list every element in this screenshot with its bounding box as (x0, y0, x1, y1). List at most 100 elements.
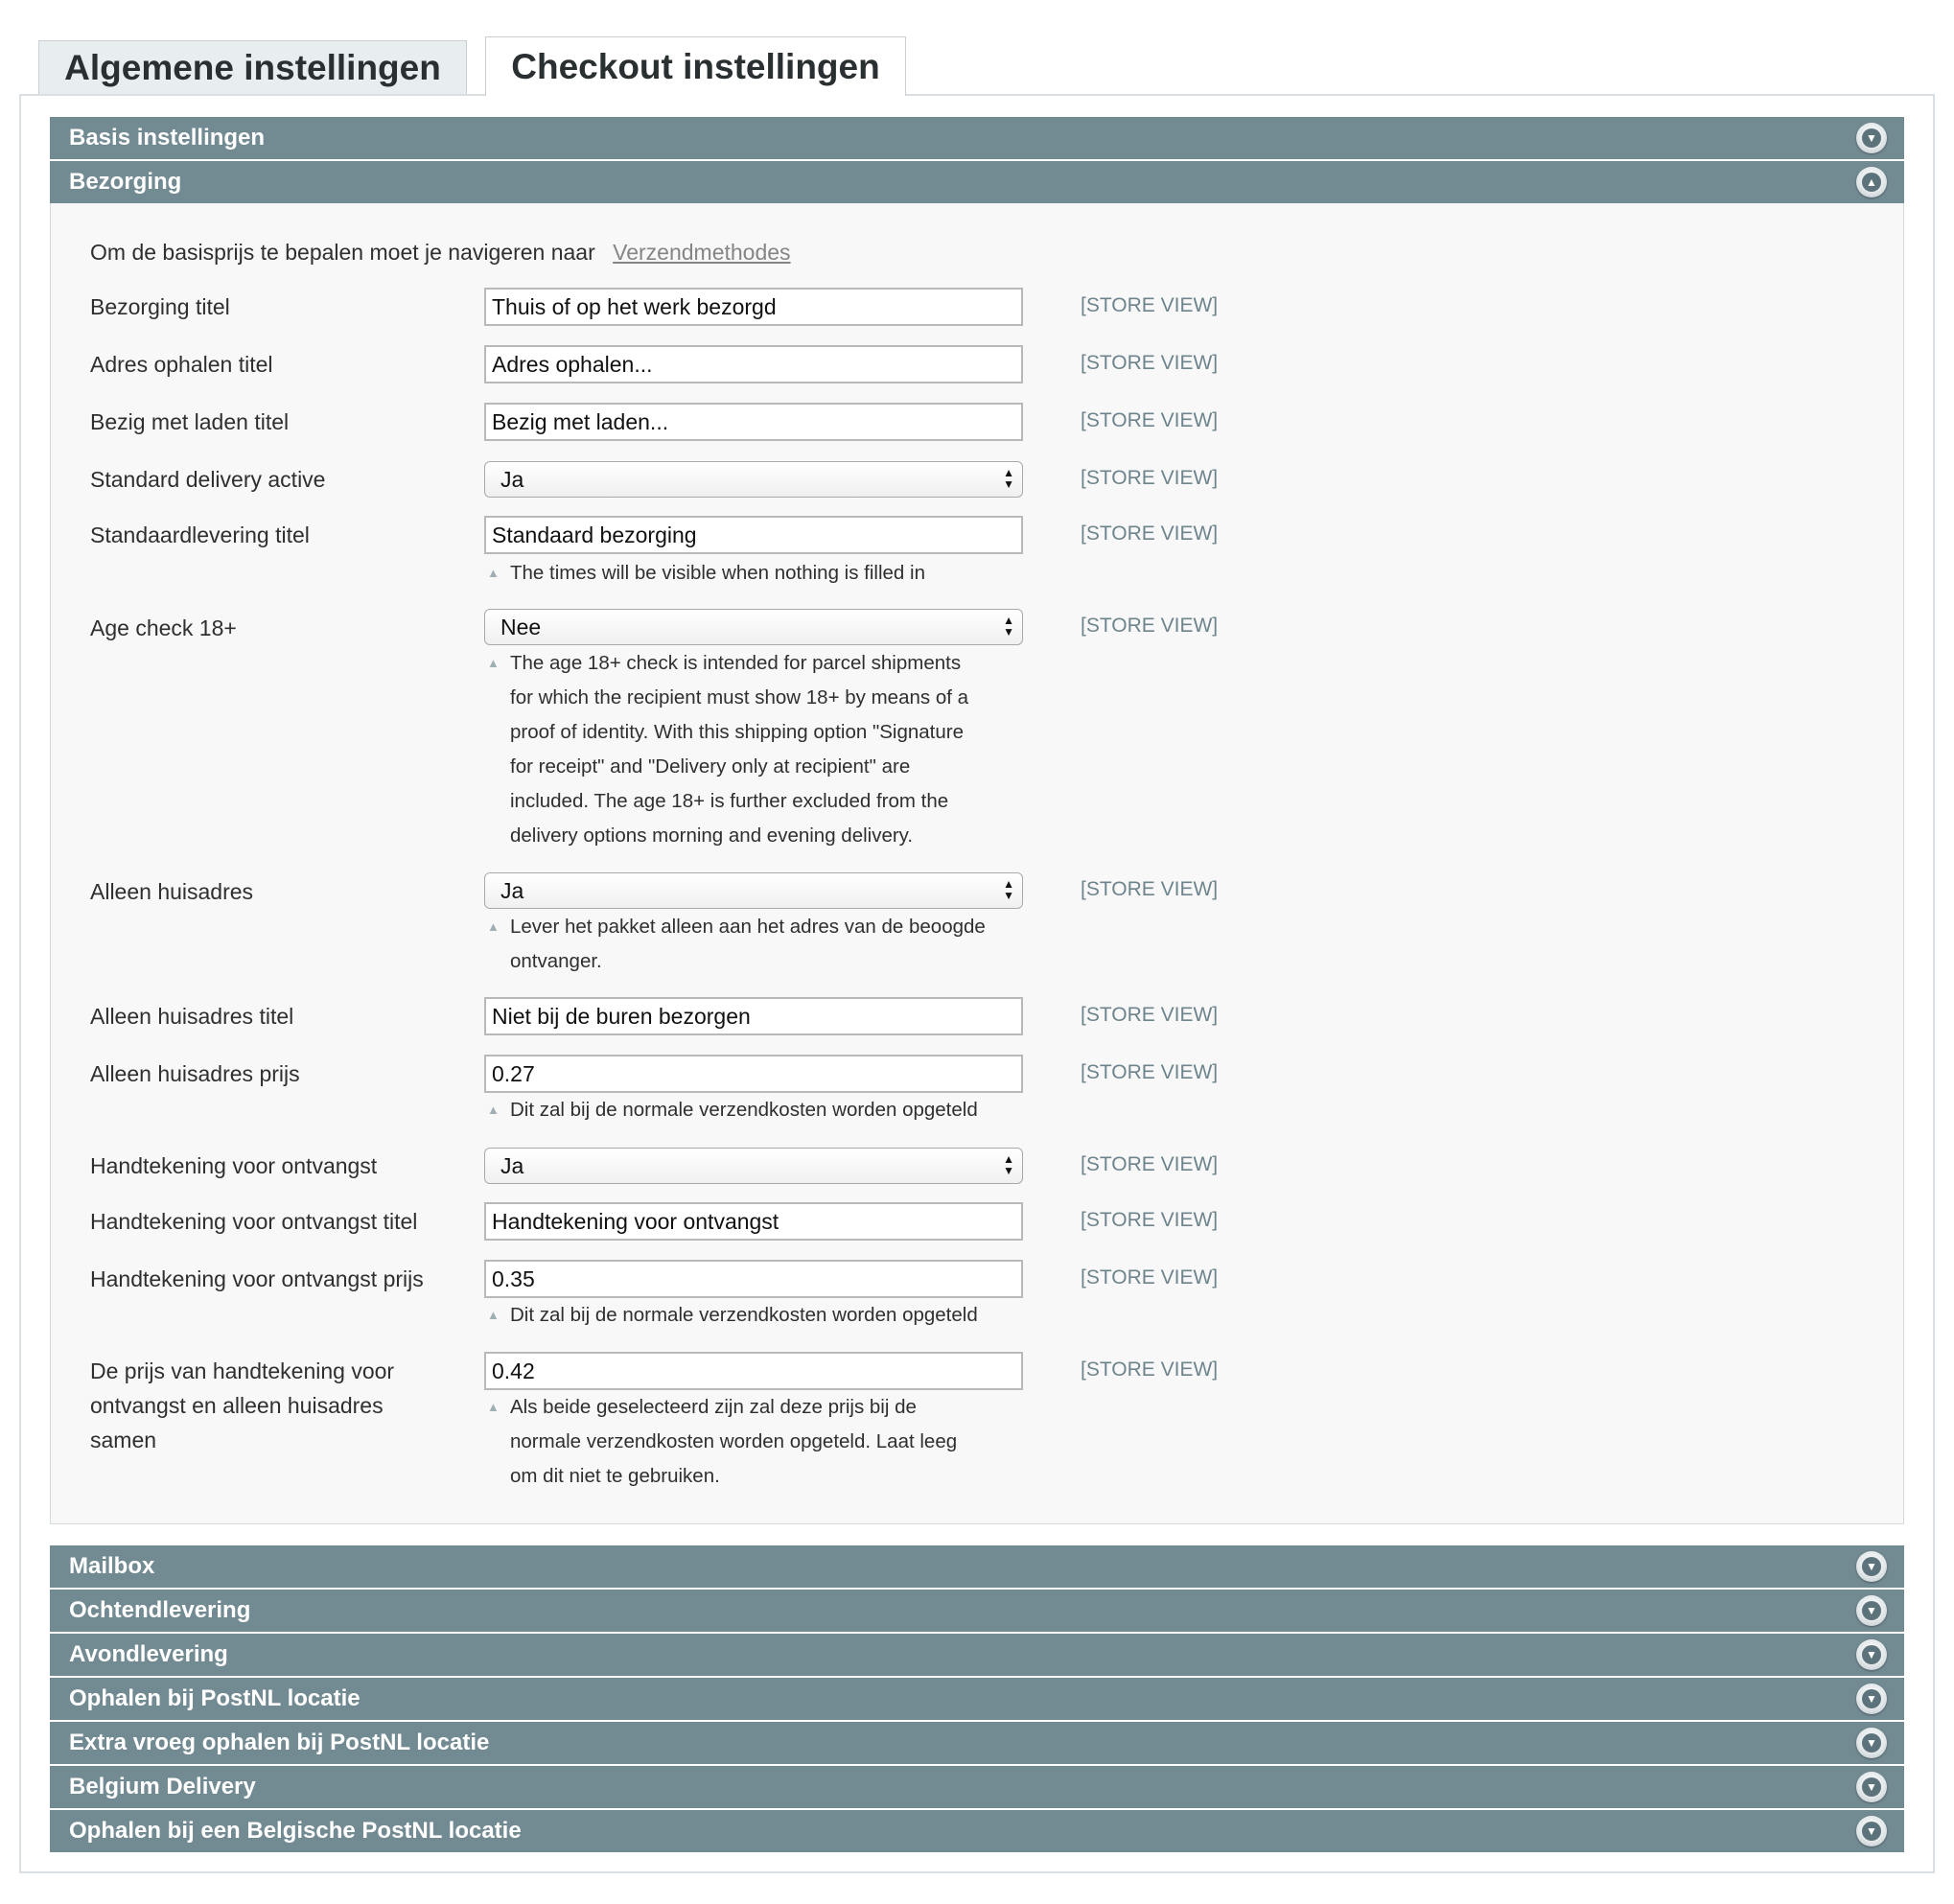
section-title: Bezorging (69, 169, 182, 195)
section-header-mailbox[interactable]: Mailbox ▼ (50, 1545, 1904, 1588)
note-arrow-icon: ▲ (487, 1308, 500, 1322)
field-label-adres-ophalen-titel: Adres ophalen titel (90, 352, 273, 377)
chevron-down-icon[interactable]: ▼ (1856, 1816, 1887, 1846)
section-header-belgium-delivery[interactable]: Belgium Delivery ▼ (50, 1766, 1904, 1808)
field-note: ▲ Lever het pakket alleen aan het adres … (487, 910, 1047, 979)
bezorging-titel-input[interactable]: Thuis of op het werk bezorgd (484, 288, 1023, 326)
note-text: The times will be visible when nothing i… (510, 562, 925, 584)
chevron-down-icon[interactable]: ▼ (1856, 1683, 1887, 1714)
section-title: Avondlevering (69, 1641, 228, 1667)
field-label-handtekening-prijs: Handtekening voor ontvangst prijs (90, 1266, 424, 1291)
alleen-huisadres-titel-input[interactable]: Niet bij de buren bezorgen (484, 997, 1023, 1035)
note-arrow-icon: ▲ (487, 566, 500, 580)
section-header-ophalen-belgische-postnl[interactable]: Ophalen bij een Belgische PostNL locatie… (50, 1810, 1904, 1852)
handtekening-prijs-input[interactable]: 0.35 (484, 1260, 1023, 1298)
field-note: ▲ Als beide geselecteerd zijn zal deze p… (487, 1390, 1047, 1494)
note-line: om dit niet te gebruiken. (510, 1465, 720, 1487)
field-note: ▲ The age 18+ check is intended for parc… (487, 646, 1047, 853)
select-arrows-icon: ▲ ▼ (1003, 466, 1014, 491)
note-line: normale verzendkosten worden opgeteld. L… (510, 1430, 958, 1452)
field-label-bezig-met-laden-titel: Bezig met laden titel (90, 409, 290, 434)
label-line: samen (90, 1428, 157, 1452)
section-title: Ophalen bij een Belgische PostNL locatie (69, 1818, 522, 1844)
scope-label: [STORE VIEW] (1081, 615, 1219, 637)
scope-label: [STORE VIEW] (1081, 1004, 1219, 1026)
select-arrows-icon: ▲ ▼ (1003, 877, 1014, 902)
select-value: Nee (500, 614, 542, 639)
chevron-down-icon[interactable]: ▼ (1856, 1551, 1887, 1582)
section-title: Belgium Delivery (69, 1774, 256, 1800)
section-title: Extra vroeg ophalen bij PostNL locatie (69, 1730, 490, 1755)
scope-label: [STORE VIEW] (1081, 1209, 1219, 1231)
alleen-huisadres-select[interactable]: Ja ▲ ▼ (484, 872, 1023, 909)
note-arrow-icon: ▲ (487, 1103, 500, 1117)
note-text: Dit zal bij de normale verzendkosten wor… (510, 1099, 978, 1121)
select-value: Ja (500, 1152, 524, 1178)
field-note: ▲ Dit zal bij de normale verzendkosten w… (487, 1093, 1047, 1127)
section-header-ochtendlevering[interactable]: Ochtendlevering ▼ (50, 1590, 1904, 1632)
chevron-down-icon[interactable]: ▼ (1856, 1595, 1887, 1626)
section-header-avondlevering[interactable]: Avondlevering ▼ (50, 1634, 1904, 1676)
tab-checkout-instellingen[interactable]: Checkout instellingen (485, 36, 906, 96)
section-header-basis-instellingen[interactable]: Basis instellingen ▼ (50, 117, 1904, 159)
select-arrows-icon: ▲ ▼ (1003, 614, 1014, 639)
handtekening-voor-ontvangst-select[interactable]: Ja ▲ ▼ (484, 1148, 1023, 1184)
chevron-up-icon[interactable]: ▲ (1856, 167, 1887, 197)
field-note: ▲ Dit zal bij de normale verzendkosten w… (487, 1298, 1047, 1333)
standaardlevering-titel-input[interactable]: Standaard bezorging (484, 516, 1023, 554)
scope-label: [STORE VIEW] (1081, 409, 1219, 431)
scope-label: [STORE VIEW] (1081, 1358, 1219, 1381)
note-line: delivery options morning and evening del… (510, 824, 914, 847)
note-line: The age 18+ check is intended for parcel… (510, 652, 962, 674)
age-check-select[interactable]: Nee ▲ ▼ (484, 609, 1023, 645)
field-label-age-check: Age check 18+ (90, 615, 237, 640)
select-value: Ja (500, 877, 524, 903)
scope-label: [STORE VIEW] (1081, 522, 1219, 545)
scope-label: [STORE VIEW] (1081, 1266, 1219, 1289)
section-title: Ochtendlevering (69, 1597, 251, 1623)
verzendmethodes-link[interactable]: Verzendmethodes (613, 240, 790, 265)
section-title: Ophalen bij PostNL locatie (69, 1685, 361, 1711)
tab-algemene-instellingen[interactable]: Algemene instellingen (38, 40, 467, 94)
note-line: for receipt" and "Delivery only at recip… (510, 755, 911, 778)
note-line: ontvanger. (510, 950, 602, 972)
field-label-handtekening-voor-ontvangst: Handtekening voor ontvangst (90, 1153, 378, 1178)
field-label-bezorging-titel: Bezorging titel (90, 294, 230, 319)
section-title: Basis instellingen (69, 125, 266, 151)
select-arrows-icon: ▲ ▼ (1003, 1152, 1014, 1177)
note-line: for which the recipient must show 18+ by… (510, 686, 969, 708)
chevron-down-icon[interactable]: ▼ (1856, 1639, 1887, 1670)
field-label-standard-delivery-active: Standard delivery active (90, 467, 326, 492)
field-label-handtekening-titel: Handtekening voor ontvangst titel (90, 1209, 418, 1234)
combined-prijs-input[interactable]: 0.42 (484, 1352, 1023, 1390)
bezig-met-laden-titel-input[interactable]: Bezig met laden... (484, 403, 1023, 441)
note-line: included. The age 18+ is further exclude… (510, 790, 949, 812)
standard-delivery-active-select[interactable]: Ja ▲ ▼ (484, 461, 1023, 498)
adres-ophalen-titel-input[interactable]: Adres ophalen... (484, 345, 1023, 383)
select-value: Ja (500, 466, 524, 492)
scope-label: [STORE VIEW] (1081, 878, 1219, 900)
section-header-extra-vroeg-ophalen[interactable]: Extra vroeg ophalen bij PostNL locatie ▼ (50, 1722, 1904, 1764)
alleen-huisadres-prijs-input[interactable]: 0.27 (484, 1055, 1023, 1093)
chevron-down-icon[interactable]: ▼ (1856, 1728, 1887, 1758)
note-arrow-icon: ▲ (487, 1400, 500, 1414)
note-text: Dit zal bij de normale verzendkosten wor… (510, 1304, 978, 1326)
scope-label: [STORE VIEW] (1081, 294, 1219, 316)
scope-label: [STORE VIEW] (1081, 1153, 1219, 1175)
section-header-bezorging[interactable]: Bezorging ▲ (50, 161, 1904, 203)
handtekening-titel-input[interactable]: Handtekening voor ontvangst (484, 1202, 1023, 1241)
field-label-standaardlevering-titel: Standaardlevering titel (90, 522, 310, 547)
intro-text: Om de basisprijs te bepalen moet je navi… (90, 240, 791, 266)
field-label-combined-prijs: De prijs van handtekening voor ontvangst… (90, 1354, 394, 1457)
field-label-alleen-huisadres: Alleen huisadres (90, 879, 254, 904)
section-title: Mailbox (69, 1553, 155, 1579)
scope-label: [STORE VIEW] (1081, 467, 1219, 489)
scope-label: [STORE VIEW] (1081, 352, 1219, 374)
note-arrow-icon: ▲ (487, 656, 500, 670)
field-note: ▲ The times will be visible when nothing… (487, 556, 1047, 591)
field-label-alleen-huisadres-titel: Alleen huisadres titel (90, 1004, 294, 1029)
section-header-ophalen-postnl[interactable]: Ophalen bij PostNL locatie ▼ (50, 1678, 1904, 1720)
note-line: Als beide geselecteerd zijn zal deze pri… (510, 1396, 917, 1418)
chevron-down-icon[interactable]: ▼ (1856, 1772, 1887, 1802)
chevron-down-icon[interactable]: ▼ (1856, 123, 1887, 153)
